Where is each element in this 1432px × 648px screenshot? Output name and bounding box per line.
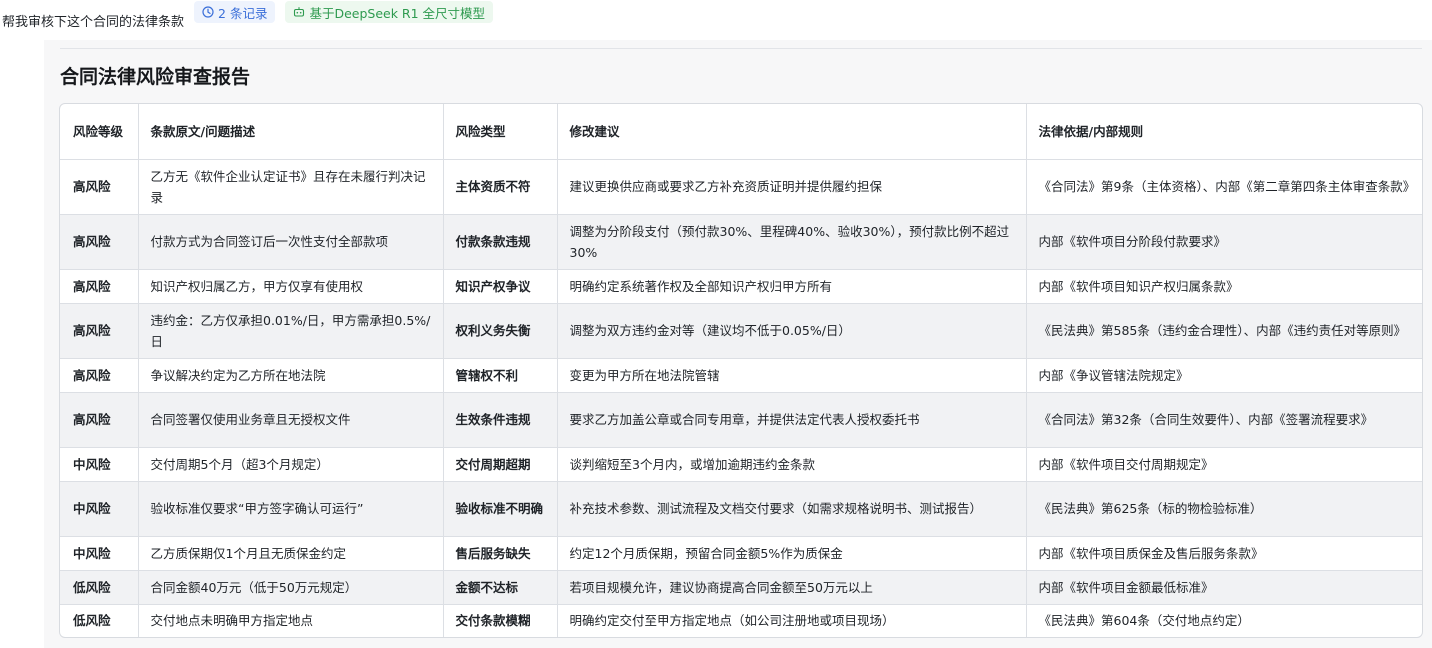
legal-basis-cell: 《合同法》第9条（主体资格）、内部《第二章第四条主体审查条款》 [1026, 159, 1422, 215]
risk-table: 风险等级 条款原文/问题描述 风险类型 修改建议 法律依据/内部规则 高风险 乙… [60, 104, 1422, 637]
legal-basis-cell: 《民法典》第604条（交付地点约定） [1038, 613, 1250, 629]
risk-type-cell: 生效条件违规 [443, 392, 558, 448]
model-chip-label: 基于DeepSeek R1 全尺寸模型 [309, 5, 486, 21]
suggestion-cell: 建议更换供应商或要求乙方补充资质证明并提供履约担保 [557, 159, 1027, 215]
risk-type-cell: 权利义务失衡 [443, 303, 558, 359]
legal-basis-cell: 内部《软件项目质保金及售后服务条款》 [1026, 536, 1422, 571]
clause-cell: 乙方质保期仅1个月且无质保金约定 [138, 536, 444, 571]
clause-cell: 验收标准仅要求“甲方签字确认可运行” [138, 481, 444, 537]
table-header-row: 风险等级 条款原文/问题描述 风险类型 修改建议 法律依据/内部规则 [60, 104, 1422, 160]
header-suggestion: 修改建议 [557, 104, 1027, 160]
risk-level-cell: 低风险 [60, 604, 139, 637]
table-row: 中风险 验收标准仅要求“甲方签字确认可运行” 验收标准不明确 补充技术参数、测试… [60, 481, 1422, 537]
risk-level-cell: 高风险 [60, 358, 139, 393]
suggestion-cell: 要求乙方加盖公章或合同专用章，并提供法定代表人授权委托书 [557, 392, 1027, 448]
table-row: 高风险 合同签署仅使用业务章且无授权文件 生效条件违规 要求乙方加盖公章或合同专… [60, 392, 1422, 448]
divider [60, 48, 1422, 49]
user-query-text: 帮我审核下这个合同的法律条款 [2, 14, 185, 30]
legal-basis-cell: 内部《软件项目知识产权归属条款》 [1026, 269, 1422, 304]
risk-type-cell: 交付条款模糊 [443, 604, 558, 637]
legal-basis-cell: 内部《争议管辖法院规定》 [1026, 358, 1422, 393]
header-legal-basis: 法律依据/内部规则 [1026, 104, 1422, 160]
risk-table-container: 风险等级 条款原文/问题描述 风险类型 修改建议 法律依据/内部规则 高风险 乙… [59, 103, 1423, 638]
risk-level-cell: 高风险 [60, 214, 139, 270]
table-row: 高风险 争议解决约定为乙方所在地法院 管辖权不利 变更为甲方所在地法院管辖 内部… [60, 358, 1422, 393]
query-bar: 帮我审核下这个合同的法律条款 2 条记录 基于DeepSeek R1 全尺寸模型 [0, 0, 1432, 40]
risk-level-cell: 高风险 [60, 392, 139, 448]
records-chip-label: 2 条记录 [218, 5, 268, 21]
clock-icon [202, 6, 214, 18]
risk-type-cell: 验收标准不明确 [443, 481, 558, 537]
risk-type-cell: 付款条款违规 [443, 214, 558, 270]
risk-level-cell: 低风险 [60, 570, 139, 605]
answer-panel: 合同法律风险审查报告 风险等级 条款原文/问题描述 风险类型 修改建议 法律依据… [44, 40, 1432, 648]
clause-cell: 合同金额40万元（低于50万元规定） [138, 570, 444, 605]
table-row: 低风险 合同金额40万元（低于50万元规定） 金额不达标 若项目规模允许，建议协… [60, 570, 1422, 605]
table-row: 中风险 乙方质保期仅1个月且无质保金约定 售后服务缺失 约定12个月质保期，预留… [60, 536, 1422, 571]
table-row: 高风险 违约金：乙方仅承担0.01%/日，甲方需承担0.5%/日 权利义务失衡 … [60, 303, 1422, 359]
risk-type-cell: 交付周期超期 [443, 447, 558, 482]
suggestion-cell: 明确约定系统著作权及全部知识产权归甲方所有 [557, 269, 1027, 304]
risk-type-cell: 金额不达标 [443, 570, 558, 605]
table-row: 高风险 知识产权归属乙方，甲方仅享有使用权 知识产权争议 明确约定系统著作权及全… [60, 269, 1422, 304]
model-chip[interactable]: 基于DeepSeek R1 全尺寸模型 [285, 1, 494, 23]
header-clause: 条款原文/问题描述 [138, 104, 444, 160]
clause-cell: 交付周期5个月（超3个月规定） [138, 447, 444, 482]
clause-cell: 合同签署仅使用业务章且无授权文件 [138, 392, 444, 448]
risk-type-cell: 管辖权不利 [443, 358, 558, 393]
risk-level-cell: 中风险 [60, 536, 139, 571]
risk-type-cell: 知识产权争议 [443, 269, 558, 304]
legal-basis-cell: 《民法典》第585条（违约金合理性）、内部《违约责任对等原则》 [1026, 303, 1422, 359]
table-row: 低风险 交付地点未明确甲方指定地点 交付条款模糊 明确约定交付至甲方指定地点（如… [60, 604, 1422, 637]
clause-cell: 付款方式为合同签订后一次性支付全部款项 [138, 214, 444, 270]
clause-cell: 争议解决约定为乙方所在地法院 [138, 358, 444, 393]
legal-basis-cell: 内部《软件项目分阶段付款要求》 [1026, 214, 1422, 270]
records-chip[interactable]: 2 条记录 [194, 1, 276, 23]
risk-type-cell: 主体资质不符 [443, 159, 558, 215]
suggestion-cell: 补充技术参数、测试流程及文档交付要求（如需求规格说明书、测试报告） [557, 481, 1027, 537]
suggestion-cell: 调整为双方违约金对等（建议均不低于0.05%/日） [557, 303, 1027, 359]
clause-cell: 违约金：乙方仅承担0.01%/日，甲方需承担0.5%/日 [138, 303, 444, 359]
risk-type-cell: 售后服务缺失 [443, 536, 558, 571]
risk-level-cell: 高风险 [60, 269, 139, 304]
suggestion-cell: 谈判缩短至3个月内，或增加逾期违约金条款 [557, 447, 1027, 482]
clause-cell: 乙方无《软件企业认定证书》且存在未履行判决记录 [138, 159, 444, 215]
clause-cell: 知识产权归属乙方，甲方仅享有使用权 [138, 269, 444, 304]
suggestion-cell: 变更为甲方所在地法院管辖 [557, 358, 1027, 393]
risk-level-cell: 高风险 [60, 159, 139, 215]
legal-basis-cell: 内部《软件项目金额最低标准》 [1026, 570, 1422, 605]
suggestion-cell: 调整为分阶段支付（预付款30%、里程碑40%、验收30%），预付款比例不超过30… [557, 214, 1027, 270]
table-row: 高风险 乙方无《软件企业认定证书》且存在未履行判决记录 主体资质不符 建议更换供… [60, 159, 1422, 215]
suggestion-cell: 若项目规模允许，建议协商提高合同金额至50万元以上 [557, 570, 1027, 605]
clause-cell: 交付地点未明确甲方指定地点 [138, 604, 444, 637]
legal-basis-cell: 《民法典》第625条（标的物检验标准） [1026, 481, 1422, 537]
header-risk-type: 风险类型 [443, 104, 558, 160]
table-row: 高风险 付款方式为合同签订后一次性支付全部款项 付款条款违规 调整为分阶段支付（… [60, 214, 1422, 270]
table-row: 中风险 交付周期5个月（超3个月规定） 交付周期超期 谈判缩短至3个月内，或增加… [60, 447, 1422, 482]
robot-icon [293, 6, 305, 18]
report-title: 合同法律风险审查报告 [60, 66, 251, 88]
risk-level-cell: 中风险 [60, 447, 139, 482]
risk-level-cell: 中风险 [60, 481, 139, 537]
risk-level-cell: 高风险 [60, 303, 139, 359]
legal-basis-cell: 内部《软件项目交付周期规定》 [1026, 447, 1422, 482]
suggestion-cell: 明确约定交付至甲方指定地点（如公司注册地或项目现场） [557, 604, 1027, 637]
suggestion-cell: 约定12个月质保期，预留合同金额5%作为质保金 [557, 536, 1027, 571]
header-risk-level: 风险等级 [60, 104, 139, 160]
legal-basis-cell: 《合同法》第32条（合同生效要件）、内部《签署流程要求》 [1026, 392, 1422, 448]
